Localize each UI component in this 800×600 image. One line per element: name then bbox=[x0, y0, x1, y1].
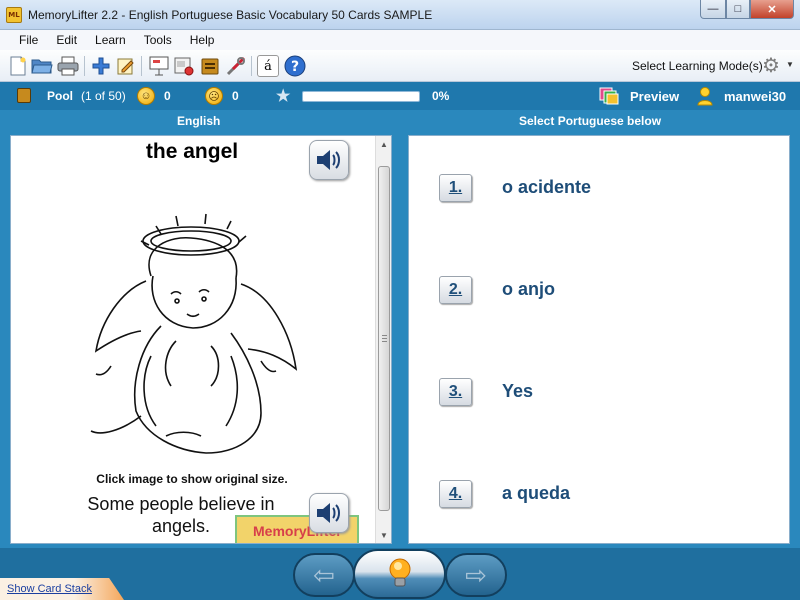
menu-tools[interactable]: Tools bbox=[135, 31, 181, 49]
image-size-hint: Click image to show original size. bbox=[96, 472, 288, 486]
back-arrow-button[interactable]: ⇦ bbox=[293, 553, 355, 597]
learning-mode-label[interactable]: Select Learning Mode(s) bbox=[632, 59, 763, 73]
toolbar: á ? Select Learning Mode(s) ⚙ ▼ bbox=[0, 50, 800, 82]
play-word-audio-button[interactable] bbox=[309, 140, 349, 180]
chevron-down-icon[interactable]: ▼ bbox=[786, 60, 794, 69]
add-card-icon[interactable] bbox=[90, 55, 112, 77]
answer-number-button[interactable]: 2. bbox=[439, 276, 472, 304]
answer-number-button[interactable]: 3. bbox=[439, 378, 472, 406]
happy-face-icon: ☺ bbox=[137, 87, 155, 105]
svg-text:?: ? bbox=[291, 59, 299, 75]
menu-help[interactable]: Help bbox=[181, 31, 224, 49]
show-card-stack-link[interactable]: Show Card Stack bbox=[7, 583, 92, 595]
vertical-scrollbar[interactable]: ▲ ▼ bbox=[375, 136, 391, 543]
scroll-down-arrow[interactable]: ▼ bbox=[376, 527, 391, 543]
user-icon bbox=[697, 87, 713, 106]
question-panel: the angel Click image to show original s… bbox=[10, 135, 392, 544]
new-document-icon[interactable] bbox=[7, 55, 29, 77]
speaker-icon bbox=[317, 150, 340, 170]
open-folder-icon[interactable] bbox=[31, 55, 53, 77]
question-column-header: English bbox=[177, 114, 221, 128]
app-icon: ML bbox=[6, 7, 22, 23]
pool-count: (1 of 50) bbox=[81, 89, 126, 103]
status-bar: Pool (1 of 50) ☺ 0 ☹ 0 ★ 0% Preview manw… bbox=[0, 82, 800, 110]
answer-text[interactable]: o anjo bbox=[502, 279, 555, 300]
angel-illustration[interactable] bbox=[81, 206, 301, 466]
scrollbar-thumb[interactable] bbox=[378, 166, 390, 511]
preview-button[interactable]: Preview bbox=[630, 89, 679, 104]
speaker-icon bbox=[317, 503, 340, 523]
card-box-icon[interactable] bbox=[199, 55, 221, 77]
forward-arrow-button[interactable]: ⇨ bbox=[445, 553, 507, 597]
star-icon: ★ bbox=[276, 88, 291, 105]
answer-number-button[interactable]: 4. bbox=[439, 480, 472, 508]
menu-file[interactable]: File bbox=[10, 31, 47, 49]
answer-option[interactable]: 1. o acidente bbox=[439, 174, 769, 204]
menu-edit[interactable]: Edit bbox=[47, 31, 86, 49]
answer-panel: 1. o acidente 2. o anjo 3. Yes 4. a qued… bbox=[408, 135, 790, 544]
tools-icon[interactable] bbox=[225, 55, 247, 77]
correct-count: 0 bbox=[164, 89, 171, 103]
username: manwei30 bbox=[724, 89, 787, 104]
answer-option[interactable]: 4. a queda bbox=[439, 480, 769, 510]
minimize-button[interactable]: — bbox=[700, 0, 726, 19]
preview-icon[interactable] bbox=[599, 87, 619, 105]
progress-bar bbox=[302, 91, 420, 102]
sad-face-icon: ☹ bbox=[205, 87, 223, 105]
answer-text[interactable]: a queda bbox=[502, 483, 570, 504]
progress-percent: 0% bbox=[432, 89, 450, 103]
presentation-icon[interactable] bbox=[148, 55, 170, 77]
answer-text[interactable]: Yes bbox=[502, 381, 533, 402]
card-settings-icon[interactable] bbox=[173, 55, 195, 77]
help-icon[interactable]: ? bbox=[284, 55, 306, 77]
hint-button[interactable] bbox=[353, 549, 446, 599]
show-card-stack-tab[interactable]: Show Card Stack bbox=[0, 578, 124, 600]
gear-icon[interactable]: ⚙ bbox=[762, 55, 780, 77]
answer-column-header: Select Portuguese below bbox=[519, 114, 662, 128]
card-box-icon bbox=[17, 88, 31, 103]
wrong-count: 0 bbox=[232, 89, 239, 103]
edit-icon[interactable] bbox=[115, 55, 137, 77]
maximize-button[interactable]: □ bbox=[726, 0, 750, 19]
answer-option[interactable]: 2. o anjo bbox=[439, 276, 769, 306]
learning-area: English Select Portuguese below the ange… bbox=[0, 110, 800, 600]
title-bar: ML MemoryLifter 2.2 - English Portuguese… bbox=[0, 0, 800, 30]
answer-option[interactable]: 3. Yes bbox=[439, 378, 769, 408]
answer-text[interactable]: o acidente bbox=[502, 177, 591, 198]
lightbulb-icon bbox=[389, 558, 410, 587]
menu-bar: File Edit Learn Tools Help bbox=[0, 30, 800, 50]
pool-label: Pool bbox=[47, 89, 73, 103]
character-map-icon[interactable]: á bbox=[257, 55, 279, 77]
play-sentence-audio-button[interactable] bbox=[309, 493, 349, 533]
answer-number-button[interactable]: 1. bbox=[439, 174, 472, 202]
menu-learn[interactable]: Learn bbox=[86, 31, 135, 49]
window-title: MemoryLifter 2.2 - English Portuguese Ba… bbox=[28, 8, 433, 22]
close-button[interactable]: ✕ bbox=[750, 0, 794, 19]
print-icon[interactable] bbox=[57, 55, 79, 77]
scroll-up-arrow[interactable]: ▲ bbox=[376, 136, 391, 152]
